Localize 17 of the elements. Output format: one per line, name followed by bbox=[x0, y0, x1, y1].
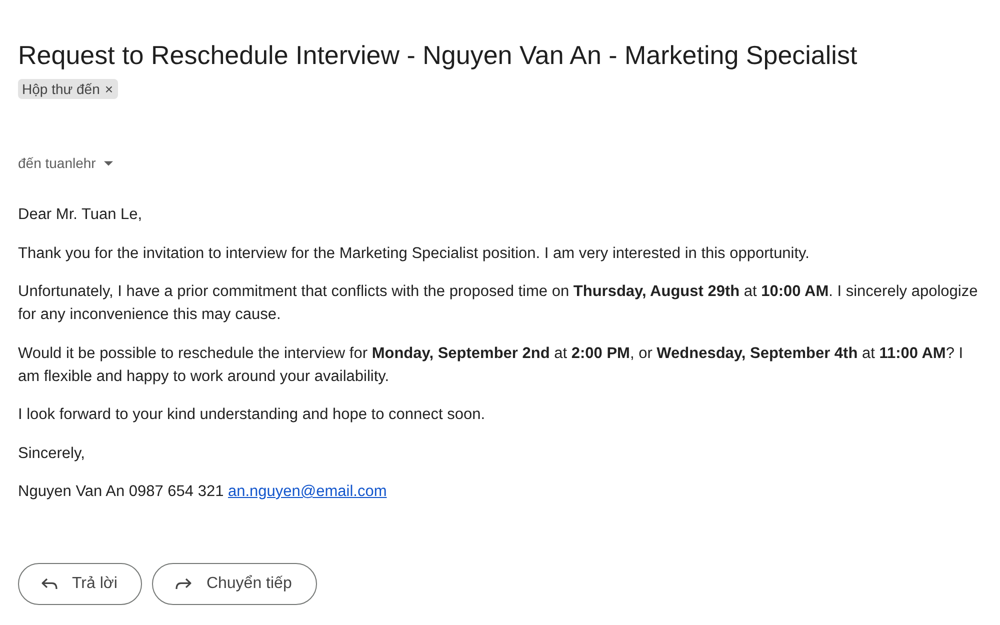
label-text: Hộp thư đến bbox=[22, 80, 100, 99]
email-link[interactable]: an.nguyen@email.com bbox=[228, 483, 387, 500]
email-signature: Nguyen Van An 0987 654 321 an.nguyen@email.com bbox=[18, 482, 388, 502]
email-paragraph: I look forward to your kind understanding and hope to connect soon. bbox=[18, 405, 486, 425]
forward-button[interactable]: Chuyển tiếp bbox=[152, 563, 317, 605]
reply-icon bbox=[41, 578, 58, 590]
email-subject: Request to Reschedule Interview - Nguyen Van An - Marketing Specialist bbox=[18, 39, 858, 71]
email-paragraph: Sincerely, bbox=[18, 444, 86, 464]
reply-button[interactable]: Trả lời bbox=[18, 563, 142, 605]
caret-icon[interactable] bbox=[104, 160, 113, 166]
remove-label-button[interactable]: × bbox=[104, 79, 114, 99]
recipient-dropdown[interactable]: đến tuanlehr bbox=[18, 153, 113, 173]
email-paragraph: Dear Mr. Tuan Le, bbox=[18, 205, 144, 225]
email-paragraph: Would it be possible to reschedule the interview for Monday, September 2nd at 2:00 PM, or Wednesday, September 4th at 11:00 AM? I am flexible and happy to work around your availability. bbox=[18, 344, 964, 386]
email-paragraph: Thank you for the invitation to interview for the Marketing Specialist position. I am very interested in this opportunity. bbox=[18, 244, 810, 264]
email-paragraph: Unfortunately, I have a prior commitment that conflicts with the proposed time on Thursday, August 29th at 10:00 AM. I sincerely apologize for any inconvenience this may cause. bbox=[18, 282, 979, 325]
forward-icon bbox=[175, 578, 192, 590]
